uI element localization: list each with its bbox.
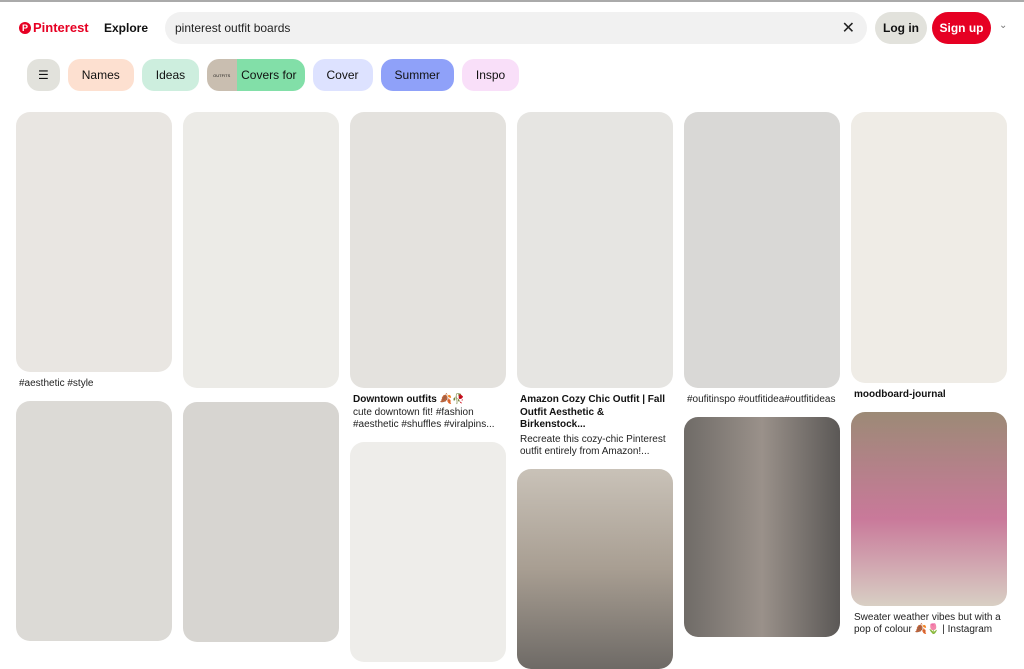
- chip-covers-for[interactable]: OUTFITSCovers for: [207, 59, 304, 91]
- pin-image[interactable]: [183, 402, 339, 642]
- close-icon[interactable]: ✕: [842, 18, 855, 38]
- pin-image[interactable]: [16, 112, 172, 372]
- pin-column: Amazon Cozy Chic Outfit | Fall Outfit Ae…: [517, 112, 673, 669]
- login-button[interactable]: Log in: [875, 12, 927, 44]
- pin-title[interactable]: Downtown outfits 🍂🥀: [353, 394, 503, 407]
- pin-title[interactable]: moodboard-journal: [851, 383, 1007, 402]
- chevron-down-icon[interactable]: ⌄: [999, 20, 1007, 31]
- pin-column: [183, 112, 339, 642]
- signup-button[interactable]: Sign up: [932, 12, 991, 44]
- pin-image[interactable]: [350, 112, 506, 388]
- pinterest-logo[interactable]: PPinterest: [19, 20, 89, 35]
- chip-ideas[interactable]: Ideas: [142, 59, 199, 91]
- pin-column: #aesthetic #style: [16, 112, 172, 641]
- sliders-icon: ☰: [38, 68, 49, 82]
- chip-inspo[interactable]: Inspo: [462, 59, 519, 91]
- pin-image[interactable]: [851, 112, 1007, 383]
- filter-chips: ☰ Names Ideas OUTFITSCovers for Cover Su…: [27, 59, 519, 91]
- pin-description: Recreate this cozy-chic Pinterest outfit…: [520, 434, 670, 459]
- chip-names[interactable]: Names: [68, 59, 134, 91]
- pin-image[interactable]: [517, 112, 673, 388]
- pin-image[interactable]: [350, 442, 506, 662]
- pin-description[interactable]: Sweater weather vibes but with a pop of …: [851, 606, 1007, 637]
- pin-image[interactable]: [684, 417, 840, 637]
- chip-summer[interactable]: Summer: [381, 59, 454, 91]
- chip-cover[interactable]: Cover: [313, 59, 373, 91]
- pin-caption[interactable]: #oufitinspo #outfitidea#outfitideas: [684, 388, 840, 407]
- explore-link[interactable]: Explore: [104, 21, 148, 35]
- pin-image[interactable]: [183, 112, 339, 388]
- pin-column: moodboard-journal Sweater weather vibes …: [851, 112, 1007, 647]
- pinterest-icon: P: [19, 22, 31, 34]
- pin-image[interactable]: [851, 412, 1007, 606]
- pin-image[interactable]: [16, 401, 172, 641]
- filter-button[interactable]: ☰: [27, 59, 60, 91]
- search-input[interactable]: pinterest outfit boards✕: [165, 12, 867, 44]
- pin-column: Downtown outfits 🍂🥀cute downtown fit! #f…: [350, 112, 506, 662]
- pin-column: #oufitinspo #outfitidea#outfitideas: [684, 112, 840, 637]
- pin-title[interactable]: Amazon Cozy Chic Outfit | Fall Outfit Ae…: [520, 394, 670, 432]
- header: PPinterest Explore pinterest outfit boar…: [0, 12, 1024, 46]
- pin-image[interactable]: [684, 112, 840, 388]
- pin-image[interactable]: [517, 469, 673, 669]
- pin-caption[interactable]: #aesthetic #style: [16, 372, 172, 391]
- pin-description: cute downtown fit! #fashion #aesthetic #…: [353, 407, 503, 432]
